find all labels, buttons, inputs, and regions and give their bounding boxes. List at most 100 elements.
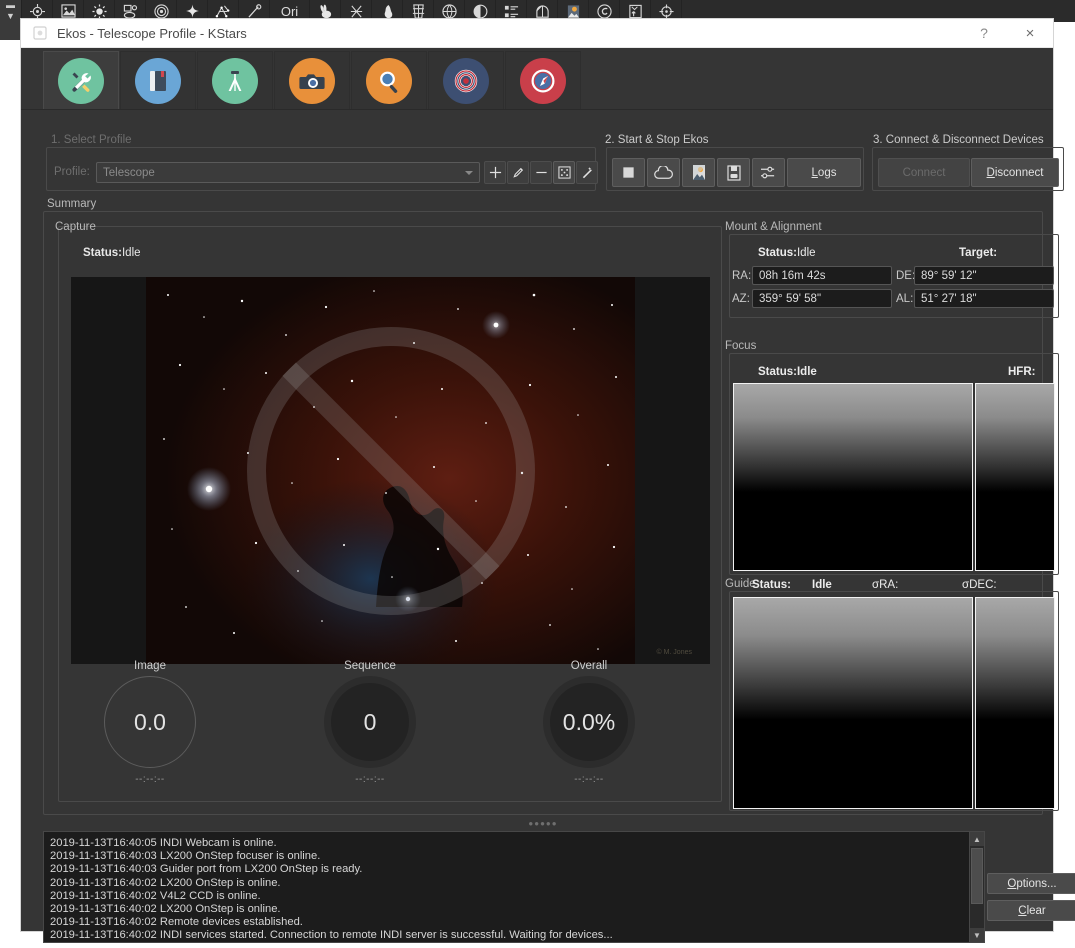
scan-profile-button[interactable] [553,161,575,184]
profile-combobox[interactable]: Telescope [96,162,480,183]
focus-plot[interactable] [733,383,973,571]
profile-label: Profile: [54,166,90,178]
tab-focus[interactable] [351,51,427,109]
de-label: DE: [896,270,916,282]
image-gauge: Image 0.0 --:--:-- [75,660,225,785]
capture-status-label: Status: [83,247,122,259]
log-output[interactable]: 2019-11-13T16:40:05 INDI Webcam is onlin… [43,831,979,943]
close-button[interactable]: × [1007,19,1053,47]
scroll-up-icon[interactable]: ▲ [970,832,984,846]
no-image-overlay-icon [246,326,535,615]
scroll-down-icon[interactable]: ▼ [970,928,984,942]
capture-status: Status:Idle [83,247,141,259]
sequence-gauge-value: 0 [363,708,377,735]
al-value: 51° 27' 18" [921,292,977,305]
tab-setup[interactable] [43,51,119,109]
image-gauge-title: Image [134,660,166,672]
capture-status-value: Idle [121,247,141,259]
guide-plot[interactable] [733,597,973,809]
connect-label: Connect [902,166,946,179]
log-line: 2019-11-13T16:40:03 Guider port from LX2… [50,863,363,876]
focus-label: Focus [725,340,757,352]
edit-profile-button[interactable] [507,161,529,184]
wizard-profile-button[interactable] [576,161,598,184]
image-watermark: © M. Jones [656,649,692,656]
options-accel: O [1007,877,1017,890]
overflow-chevron-down-icon[interactable]: ▼ [6,11,15,22]
mount-status-value: Idle [796,247,816,259]
guide-status-value: Idle [812,579,832,591]
options-sliders-button[interactable] [752,158,785,187]
kstars-toolbar-overflow[interactable]: ▬ ▼ [0,0,22,40]
sequence-gauge-time: --:--:-- [355,774,385,785]
clear-label-rest: lear [1026,904,1046,917]
overflow-dash: ▬ [6,0,15,10]
log-line: 2019-11-13T16:40:02 LX200 OnStep is onli… [50,876,281,889]
ekos-live-button[interactable] [682,158,715,187]
start-stop-ekos-heading: 2. Start & Stop Ekos [605,134,709,146]
magnifier-focus-icon [366,57,412,104]
logs-button[interactable]: Logs [787,158,861,187]
indi-control-button[interactable] [717,158,750,187]
tab-align[interactable] [428,51,504,109]
ekos-dialog: Ekos - Telescope Profile - KStars ? × 1.… [20,18,1075,943]
logs-label-rest: ogs [817,166,837,179]
add-profile-button[interactable] [484,161,506,184]
ra-field[interactable]: 08h 16m 42s [752,266,892,285]
az-label: AZ: [732,293,750,305]
ra-label: RA: [732,270,752,282]
al-label: AL: [896,293,914,305]
window-icon [33,26,47,40]
overall-gauge-title: Overall [570,660,608,672]
az-field[interactable]: 359° 59' 58" [752,289,892,308]
overall-gauge: Overall 0.0% --:--:-- [514,660,664,785]
help-button[interactable]: ? [961,19,1007,47]
focus-status-label: Status: [758,366,797,378]
log-line: 2019-11-13T16:40:03 LX200 OnStep focuser… [50,850,321,863]
capture-preview-image[interactable]: © M. Jones [71,277,710,664]
tab-capture[interactable] [274,51,350,109]
tab-guide[interactable] [505,51,581,109]
target-align-icon [443,57,489,104]
az-value: 359° 59' 58" [759,292,822,305]
select-profile-heading: 1. Select Profile [51,134,132,146]
window-title: Ekos - Telescope Profile - KStars [57,25,247,41]
log-scrollbar[interactable]: ▲ ▼ [969,831,985,943]
log-line: 2019-11-13T16:40:02 INDI services starte… [50,929,613,942]
stop-ekos-button[interactable] [612,158,645,187]
options-button[interactable]: Options... [987,873,1075,894]
de-field[interactable]: 89° 59' 12" [914,266,1054,285]
focus-hfr-plot[interactable] [975,383,1055,571]
sequence-gauge: Sequence 0 --:--:-- [295,660,445,785]
disconnect-button[interactable]: Disconnect [971,158,1059,187]
al-field[interactable]: 51° 27' 18" [914,289,1054,308]
tab-scheduler[interactable] [120,51,196,109]
delete-profile-button[interactable] [530,161,552,184]
focus-hfr-label: HFR: [1008,366,1036,378]
scrollbar-thumb[interactable] [971,848,983,904]
disconnect-label-rest: isconnect [994,166,1044,179]
mount-label: Mount & Alignment [725,221,822,233]
profile-value: Telescope [103,166,155,179]
sequence-gauge-title: Sequence [344,660,396,672]
image-gauge-dial: 0.0 [104,676,196,768]
guide-sigma-dec-label: σDEC: [962,579,997,591]
tripod-mount-icon [212,57,258,104]
chevron-down-icon [465,171,473,175]
connect-button[interactable]: Connect [878,158,970,187]
splitter-handle[interactable]: ●●●●● [43,819,1043,828]
de-value: 89° 59' 12" [921,269,977,282]
module-tabbar[interactable] [21,48,1053,110]
book-scheduler-icon [135,57,181,104]
cloud-button[interactable] [647,158,680,187]
clear-button[interactable]: Clear [987,900,1075,921]
tab-mount[interactable] [197,51,273,109]
guide-drift-plot[interactable] [975,597,1055,809]
mount-status-label: Status: [758,247,797,259]
log-line: 2019-11-13T16:40:02 Remote devices estab… [50,916,303,929]
focus-status: Status:Idle [758,366,817,378]
log-line: 2019-11-13T16:40:05 INDI Webcam is onlin… [50,837,277,849]
orion-label: Ori [280,3,299,19]
log-line: 2019-11-13T16:40:02 V4L2 CCD is online. [50,889,261,902]
summary-label: Summary [47,198,97,210]
